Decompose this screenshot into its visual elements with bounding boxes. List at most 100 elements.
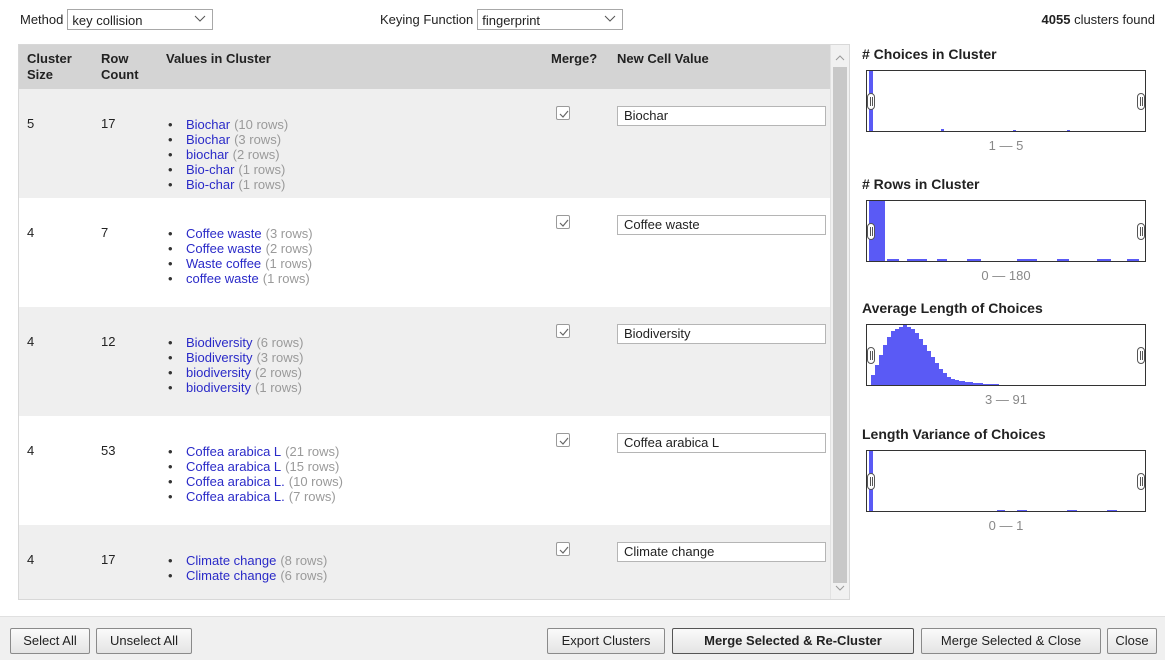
histogram-bar <box>903 325 907 385</box>
table-row: 5 17 • Biochar (10 rows) • Biochar (3 rows) • bio… <box>19 89 831 198</box>
bullet: • <box>168 365 173 380</box>
cluster-value-link[interactable]: Bio-char <box>186 177 234 192</box>
table-header: Cluster Size Row Count Values in Cluster… <box>19 45 831 89</box>
cluster-value-link[interactable]: biochar <box>186 147 229 162</box>
value-row-count: (21 rows) <box>285 444 340 459</box>
header-new-value: New Cell Value <box>617 51 709 66</box>
scroll-thumb[interactable] <box>833 67 847 583</box>
histogram-bar <box>983 384 999 385</box>
cluster-value-link[interactable]: biodiversity <box>186 380 251 395</box>
histogram[interactable] <box>866 70 1146 132</box>
bullet: • <box>168 568 173 583</box>
cluster-value-link[interactable]: biodiversity <box>186 365 251 380</box>
histogram-bar <box>955 380 959 385</box>
list-item: • Biochar (10 rows) <box>164 117 288 132</box>
cluster-value-link[interactable]: Biochar <box>186 132 230 147</box>
cluster-value-link[interactable]: Coffee waste <box>186 241 262 256</box>
cluster-value-link[interactable]: Coffee waste <box>186 226 262 241</box>
histogram-bar <box>939 369 943 385</box>
merge-checkbox[interactable] <box>556 542 570 556</box>
value-row-count: (1 rows) <box>262 271 310 286</box>
cluster-value-link[interactable]: Climate change <box>186 553 276 568</box>
keying-select[interactable]: fingerprint <box>477 9 624 30</box>
merge-checkbox[interactable] <box>556 215 570 229</box>
cluster-value-link[interactable]: Coffea arabica L. <box>186 474 285 489</box>
cluster-value-link[interactable]: Coffea arabica L. <box>186 489 285 504</box>
new-cell-value-input[interactable]: Climate change <box>617 542 826 562</box>
range-handle-left[interactable] <box>867 93 875 110</box>
scroll-up-icon[interactable] <box>835 53 845 63</box>
range-handle-left[interactable] <box>867 223 875 240</box>
list-item: • Climate change (8 rows) <box>164 553 327 568</box>
table-row: 4 53 • Coffea arabica L (21 rows) • Coffea ara… <box>19 416 831 525</box>
histogram[interactable] <box>866 450 1146 512</box>
merge-checkbox[interactable] <box>556 324 570 338</box>
cluster-size: 5 <box>27 116 35 131</box>
select-all-button[interactable]: Select All <box>10 628 90 654</box>
new-cell-value-input[interactable]: Biochar <box>617 106 826 126</box>
cluster-value-link[interactable]: Coffea arabica L <box>186 459 281 474</box>
histogram-bar <box>923 345 927 385</box>
range-handle-left[interactable] <box>867 473 875 490</box>
new-cell-value-input[interactable]: Biodiversity <box>617 324 826 344</box>
list-item: • Coffee waste (3 rows) <box>164 226 313 241</box>
cluster-value-link[interactable]: Biochar <box>186 117 230 132</box>
merge-checkbox[interactable] <box>556 433 570 447</box>
cluster-value-link[interactable]: Coffea arabica L <box>186 444 281 459</box>
histogram-bar <box>871 375 875 385</box>
merge-recluster-button[interactable]: Merge Selected & Re-Cluster <box>672 628 914 654</box>
histogram[interactable] <box>866 324 1146 386</box>
method-label: Method <box>20 12 64 27</box>
value-row-count: (3 rows) <box>265 226 313 241</box>
new-cell-value-input[interactable]: Coffee waste <box>617 215 826 235</box>
histogram-bar <box>1017 259 1037 261</box>
header-row-count: Row Count <box>101 51 139 82</box>
list-item: • biodiversity (1 rows) <box>164 380 303 395</box>
header-values: Values in Cluster <box>166 51 271 66</box>
range-handle-left[interactable] <box>867 347 875 364</box>
histogram-bar <box>931 357 935 385</box>
bullet: • <box>168 271 173 286</box>
cluster-value-link[interactable]: Waste coffee <box>186 256 261 271</box>
range-handle-right[interactable] <box>1137 473 1145 490</box>
histogram-bar <box>1107 510 1117 511</box>
bullet: • <box>168 177 173 192</box>
method-select[interactable]: key collision <box>67 9 214 30</box>
range-handle-right[interactable] <box>1137 93 1145 110</box>
value-row-count: (3 rows) <box>234 132 282 147</box>
list-item: • Biodiversity (3 rows) <box>164 350 303 365</box>
merge-close-button[interactable]: Merge Selected & Close <box>921 628 1101 654</box>
cluster-value-link[interactable]: Biodiversity <box>186 335 252 350</box>
close-button[interactable]: Close <box>1107 628 1157 654</box>
histogram-bar <box>919 339 923 385</box>
histogram-bar <box>879 355 883 385</box>
histogram-bar <box>907 259 927 261</box>
cluster-value-link[interactable]: coffee waste <box>186 271 259 286</box>
export-clusters-button[interactable]: Export Clusters <box>547 628 665 654</box>
bullet: • <box>168 256 173 271</box>
cluster-value-link[interactable]: Bio-char <box>186 162 234 177</box>
header-merge: Merge? <box>551 51 598 66</box>
range-handle-right[interactable] <box>1137 223 1145 240</box>
value-row-count: (1 rows) <box>265 256 313 271</box>
range-handle-right[interactable] <box>1137 347 1145 364</box>
list-item: • coffee waste (1 rows) <box>164 271 313 286</box>
list-item: • biodiversity (2 rows) <box>164 365 303 380</box>
keying-label: Keying Function <box>380 12 474 27</box>
histogram-bar <box>915 333 919 385</box>
cluster-value-link[interactable]: Biodiversity <box>186 350 252 365</box>
bullet: • <box>168 226 173 241</box>
check-icon <box>559 219 569 227</box>
table-row: 4 17 • Climate change (8 rows) • Climate chang… <box>19 525 831 599</box>
histogram[interactable] <box>866 200 1146 262</box>
scroll-down-icon[interactable] <box>835 583 845 593</box>
bullet: • <box>168 117 173 132</box>
new-cell-value-input[interactable]: Coffea arabica L <box>617 433 826 453</box>
value-row-count: (2 rows) <box>255 365 302 380</box>
histogram-bar <box>935 363 939 385</box>
merge-checkbox[interactable] <box>556 106 570 120</box>
histogram-bar <box>887 259 899 261</box>
scrollbar[interactable] <box>830 45 849 599</box>
unselect-all-button[interactable]: Unselect All <box>96 628 192 654</box>
cluster-value-link[interactable]: Climate change <box>186 568 276 583</box>
